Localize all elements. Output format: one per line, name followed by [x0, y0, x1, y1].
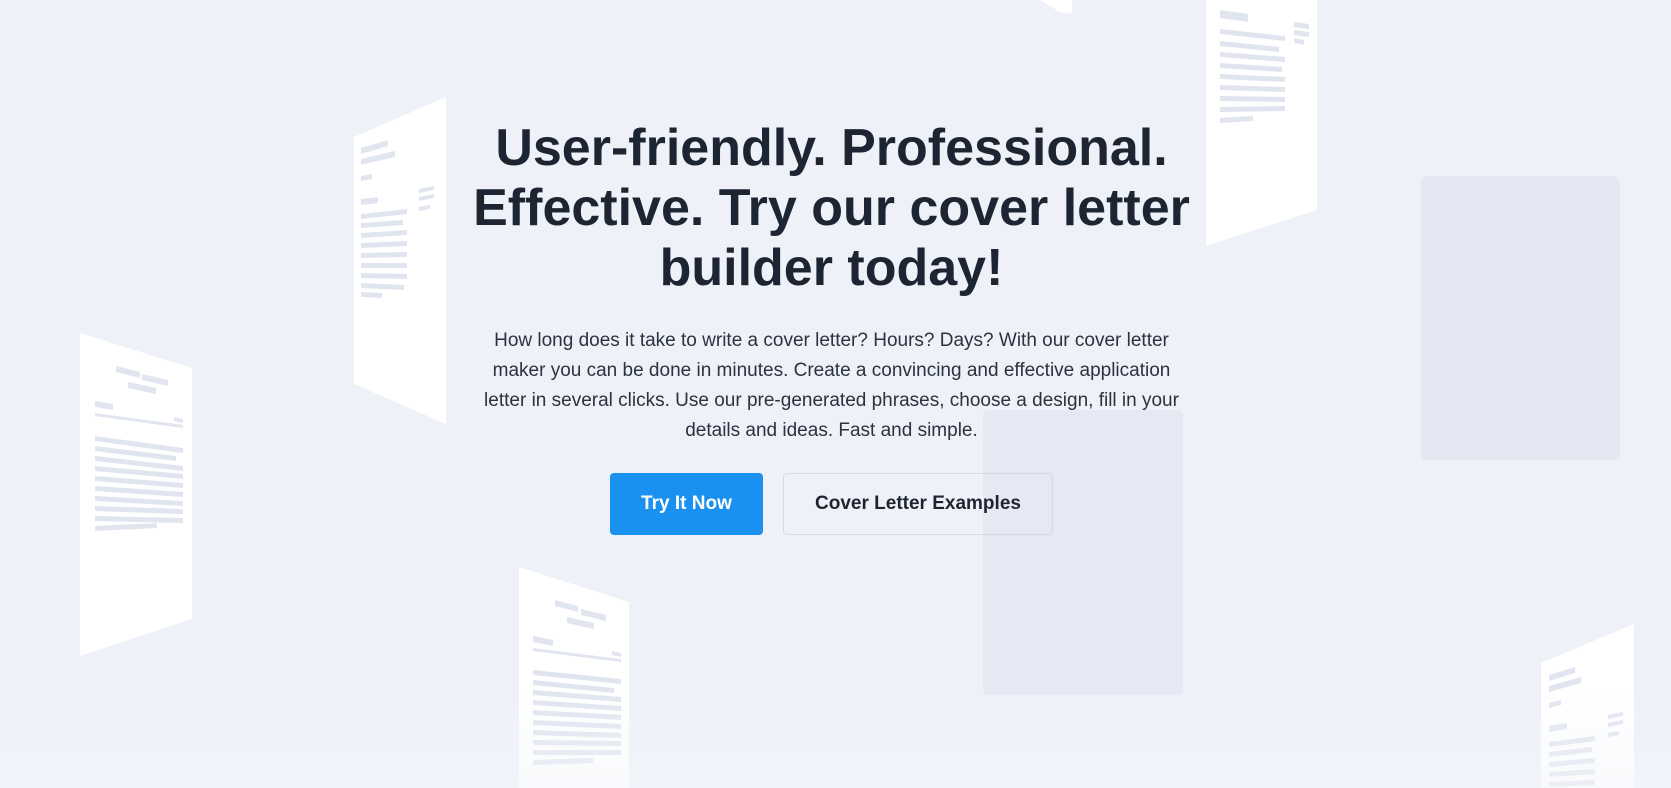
hero-section: User-friendly. Professional. Effective. … — [0, 0, 1671, 788]
hero-actions: Try It Now Cover Letter Examples — [610, 473, 1053, 535]
hero-content: User-friendly. Professional. Effective. … — [470, 118, 1193, 446]
page-title: User-friendly. Professional. Effective. … — [473, 119, 1190, 297]
floating-document-illustration — [1206, 0, 1317, 246]
bottom-fade-overlay — [0, 690, 1671, 788]
try-it-now-button[interactable]: Try It Now — [610, 473, 763, 535]
hero-description: How long does it take to write a cover l… — [484, 330, 1179, 441]
floating-document-illustration — [354, 97, 446, 424]
floating-document-illustration — [1040, 0, 1072, 14]
floating-document-illustration — [1541, 624, 1634, 788]
blank-card-placeholder — [1421, 176, 1620, 460]
floating-document-illustration — [519, 567, 629, 788]
cover-letter-examples-button[interactable]: Cover Letter Examples — [783, 473, 1053, 535]
floating-document-illustration — [80, 333, 192, 656]
blank-card-placeholder — [983, 410, 1183, 695]
